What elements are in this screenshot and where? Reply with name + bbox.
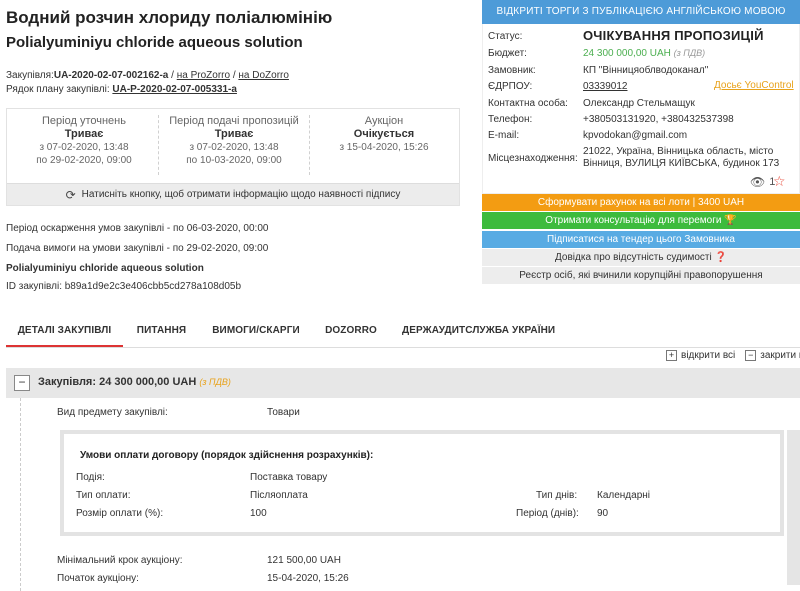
edrpou-label: ЄДРПОУ: <box>488 81 533 92</box>
tabs-bar: ДЕТАЛІ ЗАКУПІВЛІ ПИТАННЯ ВИМОГИ/СКАРГИ D… <box>6 316 800 348</box>
claims-period: Подача вимоги на умови закупівлі - по 29… <box>6 243 269 254</box>
signature-check-label: Натисніть кнопку, щоб отримати інформаці… <box>81 189 401 200</box>
days-type-value: Календарні <box>597 490 651 501</box>
criminal-record-button[interactable]: Довідка про відсутність судимості ❓ <box>482 249 800 266</box>
scrollbar[interactable] <box>787 430 800 585</box>
tab-details[interactable]: ДЕТАЛІ ЗАКУПІВЛІ <box>6 316 123 347</box>
contact-value: Олександр Стельмащук <box>583 98 695 109</box>
edrpou-link[interactable]: 03339012 <box>583 81 628 92</box>
tab-claims[interactable]: ВИМОГИ/СКАРГИ <box>206 316 306 347</box>
views-counter: 👁 1 <box>750 175 775 189</box>
period-submission: Період подачі пропозицій Триває з 07-02-… <box>159 115 309 167</box>
page-title: Водний розчин хлориду поліалюмінію <box>6 8 333 27</box>
tender-amount: Закупівля: 24 300 000,00 UAH <box>38 376 197 388</box>
payment-type-value: Післяоплата <box>250 490 308 501</box>
tab-dozorro[interactable]: DOZORRO <box>318 316 384 347</box>
page-subtitle: Polialyuminiyu chloride aqueous solution <box>6 34 303 51</box>
separator: / <box>232 70 236 81</box>
tab-state-audit[interactable]: ДЕРЖАУДИТСЛУЖБА УКРАЇНИ <box>402 316 555 347</box>
period-clarification: Період уточнень Триває з 07-02-2020, 13:… <box>9 115 159 167</box>
plan-id-link[interactable]: UA-P-2020-02-07-005331-a <box>112 84 237 95</box>
period-from: з 07-02-2020, 13:48 <box>39 142 129 153</box>
plan-line: Рядок плану закупівлі: UA-P-2020-02-07-0… <box>6 84 237 95</box>
days-type-label: Тип днів: <box>536 490 578 501</box>
subject-label: Вид предмету закупівлі: <box>57 407 168 418</box>
period-auction: Аукціон Очікується з 15-04-2020, 15:26 <box>309 115 459 154</box>
periods-panel: Період уточнень Триває з 07-02-2020, 13:… <box>6 108 460 206</box>
tab-questions[interactable]: ПИТАННЯ <box>124 316 199 347</box>
tree-guide-line <box>20 398 21 591</box>
event-value: Поставка товару <box>250 472 328 483</box>
payment-terms-box: Умови оплати договору (порядок здійсненн… <box>60 430 784 536</box>
period-from: з 15-04-2020, 15:26 <box>339 142 429 153</box>
budget-value: 24 300 000,00 UAH <box>583 48 671 59</box>
consultation-button[interactable]: Отримати консультацію для перемоги 🏆 <box>482 212 800 229</box>
tender-id-line: Закупівля:UA-2020-02-07-002162-a / на Pr… <box>6 70 289 81</box>
auction-start-label: Початок аукціону: <box>57 573 139 584</box>
tender-id-label: Закупівля: <box>6 70 54 81</box>
tender-section-header[interactable]: − Закупівля: 24 300 000,00 UAH (з ПДВ) <box>6 368 800 398</box>
tender-id: UA-2020-02-07-002162-a <box>53 70 169 81</box>
subject-value: Товари <box>267 407 300 418</box>
min-step-label: Мінімальний крок аукціону: <box>57 555 183 566</box>
customer-label: Замовник: <box>488 65 536 76</box>
payment-size-label: Розмір оплати (%): <box>76 508 164 519</box>
period-title: Період подачі пропозицій <box>169 115 299 127</box>
email-label: E-mail: <box>488 130 520 141</box>
vat-note: (з ПДВ) <box>199 377 231 387</box>
period-status: Триває <box>64 128 104 140</box>
prozorro-link[interactable]: на ProZorro <box>177 70 230 81</box>
period-days-label: Період (днів): <box>516 508 579 519</box>
invoice-button[interactable]: Сформувати рахунок на всі лоти | 3400 UA… <box>482 194 800 211</box>
youcontrol-link[interactable]: Досьє YouControl <box>714 80 794 91</box>
payment-terms-title: Умови оплати договору (порядок здійсненн… <box>80 450 374 461</box>
location-label: Місцезнаходження: <box>488 153 578 164</box>
period-to: по 29-02-2020, 09:00 <box>36 155 132 166</box>
location-line-2: Вінниця, ВУЛИЦЯ КИЇВСЬКА, будинок 173 <box>583 158 780 169</box>
auction-start-value: 15-04-2020, 15:26 <box>267 573 349 584</box>
location-line-1: 21022, Україна, Вінницька область, місто <box>583 146 774 157</box>
expand-all-link[interactable]: відкрити всі <box>681 350 735 361</box>
tender-section-title: Закупівля: 24 300 000,00 UAH (з ПДВ) <box>38 376 231 388</box>
period-from: з 07-02-2020, 13:48 <box>189 142 279 153</box>
period-status: Триває <box>214 128 254 140</box>
min-step-value: 121 500,00 UAH <box>267 555 341 566</box>
phone-label: Телефон: <box>488 114 533 125</box>
appeal-period: Період оскарження умов закупівлі - по 06… <box>6 223 269 234</box>
period-to: по 10-03-2020, 09:00 <box>186 155 282 166</box>
event-label: Подія: <box>76 472 105 483</box>
collapse-toggle-icon[interactable]: − <box>14 375 30 391</box>
signature-check-button[interactable]: ⟳ Натисніть кнопку, щоб отримати інформа… <box>7 183 459 205</box>
procurement-id: ID закупівлі: b89a1d9e2c3e406cbb5cd278a1… <box>6 281 242 292</box>
customer-value: КП "Вінницяоблводоканал" <box>583 65 709 76</box>
separator: / <box>171 70 174 81</box>
budget-label: Бюджет: <box>488 48 527 59</box>
collapse-all-icon[interactable]: − <box>745 350 757 361</box>
procedure-type-header: ВІДКРИТІ ТОРГИ З ПУБЛІКАЦІЄЮ АНГЛІЙСЬКОЮ… <box>482 0 800 24</box>
collapse-all-link[interactable]: закрити всі <box>760 350 800 361</box>
dozorro-link[interactable]: на DoZorro <box>238 70 289 81</box>
period-title: Період уточнень <box>42 115 126 127</box>
vat-note: (з ПДВ) <box>673 48 706 58</box>
email-value: kpvodokan@gmail.com <box>583 130 688 141</box>
period-days-value: 90 <box>597 508 609 519</box>
eye-icon: 👁 <box>750 175 766 189</box>
refresh-icon: ⟳ <box>65 187 76 202</box>
star-icon[interactable]: ☆ <box>773 173 786 190</box>
plan-label: Рядок плану закупівлі: <box>6 84 110 95</box>
status-label: Статус: <box>488 31 523 42</box>
period-title: Аукціон <box>364 115 404 127</box>
expand-controls: + відкрити всі − закрити всі <box>666 350 800 361</box>
phone-value: +380503131920, +380432537398 <box>583 114 734 125</box>
procurement-name: Polialyuminiyu chloride aqueous solution <box>6 263 204 274</box>
corruption-registry-button[interactable]: Реєстр осіб, які вчинили корупційні прав… <box>482 267 800 284</box>
period-status: Очікується <box>353 128 415 140</box>
expand-all-icon[interactable]: + <box>666 350 677 361</box>
budget-value-line: 24 300 000,00 UAH (з ПДВ) <box>583 48 705 59</box>
payment-size-value: 100 <box>250 508 267 519</box>
payment-type-label: Тип оплати: <box>76 490 131 501</box>
subscribe-button[interactable]: Підписатися на тендер цього Замовника <box>482 231 800 248</box>
status-value: ОЧІКУВАННЯ ПРОПОЗИЦІЙ <box>583 28 764 43</box>
contact-label: Контактна особа: <box>488 98 568 109</box>
